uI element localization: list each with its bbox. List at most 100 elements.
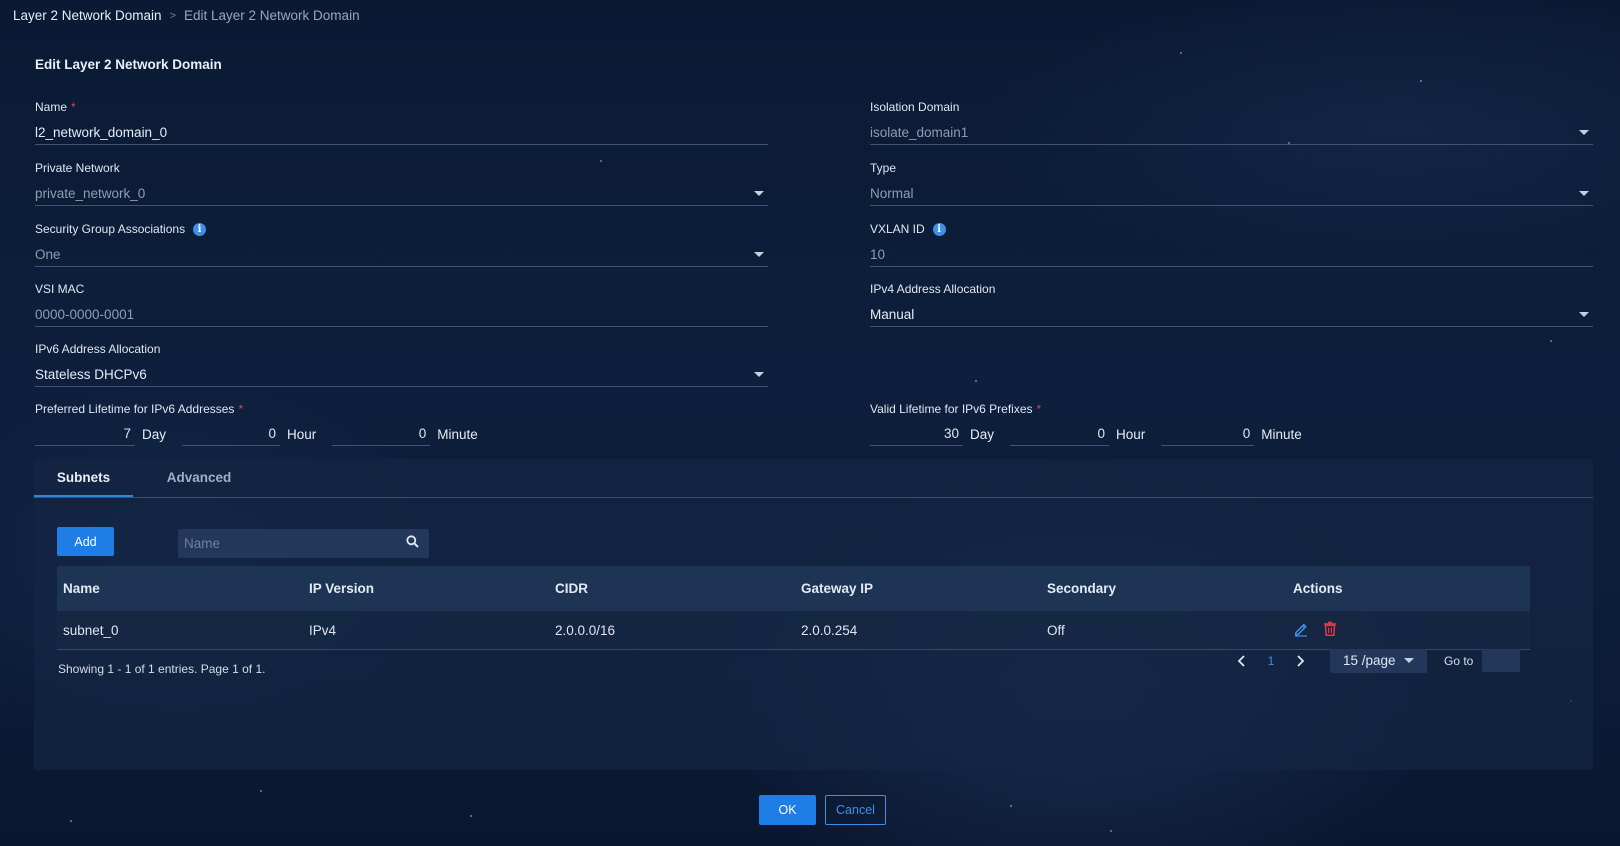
isolation-domain-label: Isolation Domain — [870, 100, 960, 114]
page-title: Edit Layer 2 Network Domain — [35, 57, 222, 72]
ok-button[interactable]: OK — [759, 795, 816, 825]
info-icon[interactable]: i — [932, 222, 946, 236]
valid-hour-input[interactable]: 0 — [1010, 422, 1110, 446]
column-header-ip-version[interactable]: IP Version — [303, 581, 549, 596]
pagination: 1 15 /page Go to — [1230, 648, 1521, 673]
cell-secondary: Off — [1047, 622, 1065, 638]
valid-minute-input[interactable]: 0 — [1161, 422, 1255, 446]
preferred-lifetime-field: Preferred Lifetime for IPv6 Addresses * 7… — [35, 401, 768, 446]
cell-gateway-ip: 2.0.0.254 — [801, 622, 858, 638]
subnet-search-input[interactable]: Name — [178, 529, 429, 558]
tab-advanced[interactable]: Advanced — [150, 459, 248, 496]
page-number[interactable]: 1 — [1254, 654, 1288, 668]
vsi-mac-field: VSI MAC 0000-0000-0001 — [35, 281, 768, 327]
preferred-hour-input[interactable]: 0 — [182, 422, 281, 446]
breadcrumb-root-link[interactable]: Layer 2 Network Domain — [13, 8, 162, 23]
breadcrumb-current: Edit Layer 2 Network Domain — [184, 8, 360, 23]
chevron-down-icon — [1579, 311, 1589, 317]
ipv6-allocation-select[interactable]: Stateless DHCPv6 — [35, 362, 768, 387]
day-unit: Day — [970, 426, 995, 442]
private-network-value: private_network_0 — [35, 185, 146, 201]
cell-actions — [1287, 621, 1530, 640]
cell-ip-version: IPv4 — [309, 622, 337, 638]
chevron-down-icon — [1579, 129, 1589, 135]
chevron-down-icon — [1404, 658, 1414, 663]
required-marker: * — [1036, 402, 1042, 416]
add-subnet-button[interactable]: Add — [57, 527, 114, 556]
hour-unit: Hour — [287, 426, 317, 442]
chevron-down-icon — [754, 371, 764, 377]
vsi-mac-input[interactable]: 0000-0000-0001 — [35, 302, 768, 327]
minute-unit: Minute — [1261, 426, 1302, 442]
private-network-field: Private Network private_network_0 — [35, 160, 768, 206]
ipv6-allocation-label: IPv6 Address Allocation — [35, 342, 161, 356]
delete-icon[interactable] — [1323, 621, 1337, 639]
breadcrumb-separator: > — [169, 9, 176, 22]
page-size-select[interactable]: 15 /page — [1330, 648, 1427, 673]
name-field: Name * l2_network_domain_0 — [35, 99, 768, 145]
column-header-name[interactable]: Name — [57, 581, 303, 596]
subnets-panel: Subnets Advanced Add Name Name IP Versio… — [34, 459, 1593, 770]
page-size-value: 15 /page — [1343, 653, 1396, 668]
preferred-minute-input[interactable]: 0 — [332, 422, 431, 446]
pagination-summary: Showing 1 - 1 of 1 entries. Page 1 of 1. — [58, 662, 266, 676]
chevron-left-icon[interactable] — [1230, 649, 1254, 673]
ipv4-allocation-value: Manual — [870, 306, 915, 322]
search-icon[interactable] — [406, 534, 419, 553]
column-header-actions: Actions — [1293, 581, 1343, 596]
private-network-label: Private Network — [35, 161, 120, 175]
preferred-lifetime-label: Preferred Lifetime for IPv6 Addresses — [35, 402, 235, 416]
day-unit: Day — [142, 426, 167, 442]
tab-subnets[interactable]: Subnets — [34, 459, 133, 497]
security-group-value: One — [35, 246, 61, 262]
chevron-down-icon — [754, 251, 764, 257]
column-header-gateway-ip[interactable]: Gateway IP — [795, 581, 1041, 596]
cancel-button[interactable]: Cancel — [825, 795, 886, 825]
required-marker: * — [71, 100, 76, 114]
isolation-domain-field: Isolation Domain isolate_domain1 — [870, 99, 1593, 145]
cell-cidr: 2.0.0.0/16 — [555, 622, 616, 638]
vxlan-id-field: VXLAN ID i 10 — [870, 221, 1593, 267]
goto-label: Go to — [1444, 653, 1474, 668]
column-header-cidr[interactable]: CIDR — [549, 581, 795, 596]
ipv6-allocation-field: IPv6 Address Allocation Stateless DHCPv6 — [35, 341, 768, 387]
minute-unit: Minute — [437, 426, 478, 442]
security-group-field: Security Group Associations i One — [35, 221, 768, 267]
table-row: subnet_0 IPv4 2.0.0.0/16 2.0.0.254 Off — [57, 611, 1530, 650]
edit-icon[interactable] — [1293, 621, 1309, 640]
type-select[interactable]: Normal — [870, 181, 1593, 206]
security-group-select[interactable]: One — [35, 242, 768, 267]
vsi-mac-label: VSI MAC — [35, 282, 85, 296]
type-label: Type — [870, 161, 897, 175]
search-placeholder: Name — [184, 536, 221, 551]
chevron-down-icon — [754, 190, 764, 196]
table-header: Name IP Version CIDR Gateway IP Secondar… — [57, 566, 1530, 611]
ipv4-allocation-select[interactable]: Manual — [870, 302, 1593, 327]
name-input[interactable]: l2_network_domain_0 — [35, 120, 768, 145]
vxlan-id-value: 10 — [870, 246, 886, 262]
isolation-domain-select[interactable]: isolate_domain1 — [870, 120, 1593, 145]
column-header-secondary[interactable]: Secondary — [1041, 581, 1287, 596]
type-field: Type Normal — [870, 160, 1593, 206]
info-icon[interactable]: i — [193, 222, 207, 236]
valid-day-input[interactable]: 30 — [870, 422, 963, 446]
goto-page-input[interactable] — [1482, 649, 1521, 672]
valid-lifetime-field: Valid Lifetime for IPv6 Prefixes * 30 Day… — [870, 401, 1593, 446]
vxlan-id-label: VXLAN ID — [870, 222, 925, 236]
preferred-day-input[interactable]: 7 — [35, 422, 135, 446]
hour-unit: Hour — [1116, 426, 1146, 442]
chevron-right-icon[interactable] — [1288, 649, 1312, 673]
name-label: Name — [35, 100, 68, 114]
vxlan-id-input[interactable]: 10 — [870, 242, 1593, 267]
private-network-select[interactable]: private_network_0 — [35, 181, 768, 206]
valid-lifetime-label: Valid Lifetime for IPv6 Prefixes — [870, 402, 1033, 416]
type-value: Normal — [870, 185, 914, 201]
chevron-down-icon — [1579, 190, 1589, 196]
vsi-mac-value: 0000-0000-0001 — [35, 306, 135, 322]
security-group-label: Security Group Associations — [35, 222, 186, 236]
isolation-domain-value: isolate_domain1 — [870, 124, 969, 140]
subnets-table: Name IP Version CIDR Gateway IP Secondar… — [57, 566, 1530, 650]
ipv4-allocation-label: IPv4 Address Allocation — [870, 282, 996, 296]
tab-bar: Subnets Advanced — [34, 459, 1593, 498]
required-marker: * — [238, 402, 244, 416]
